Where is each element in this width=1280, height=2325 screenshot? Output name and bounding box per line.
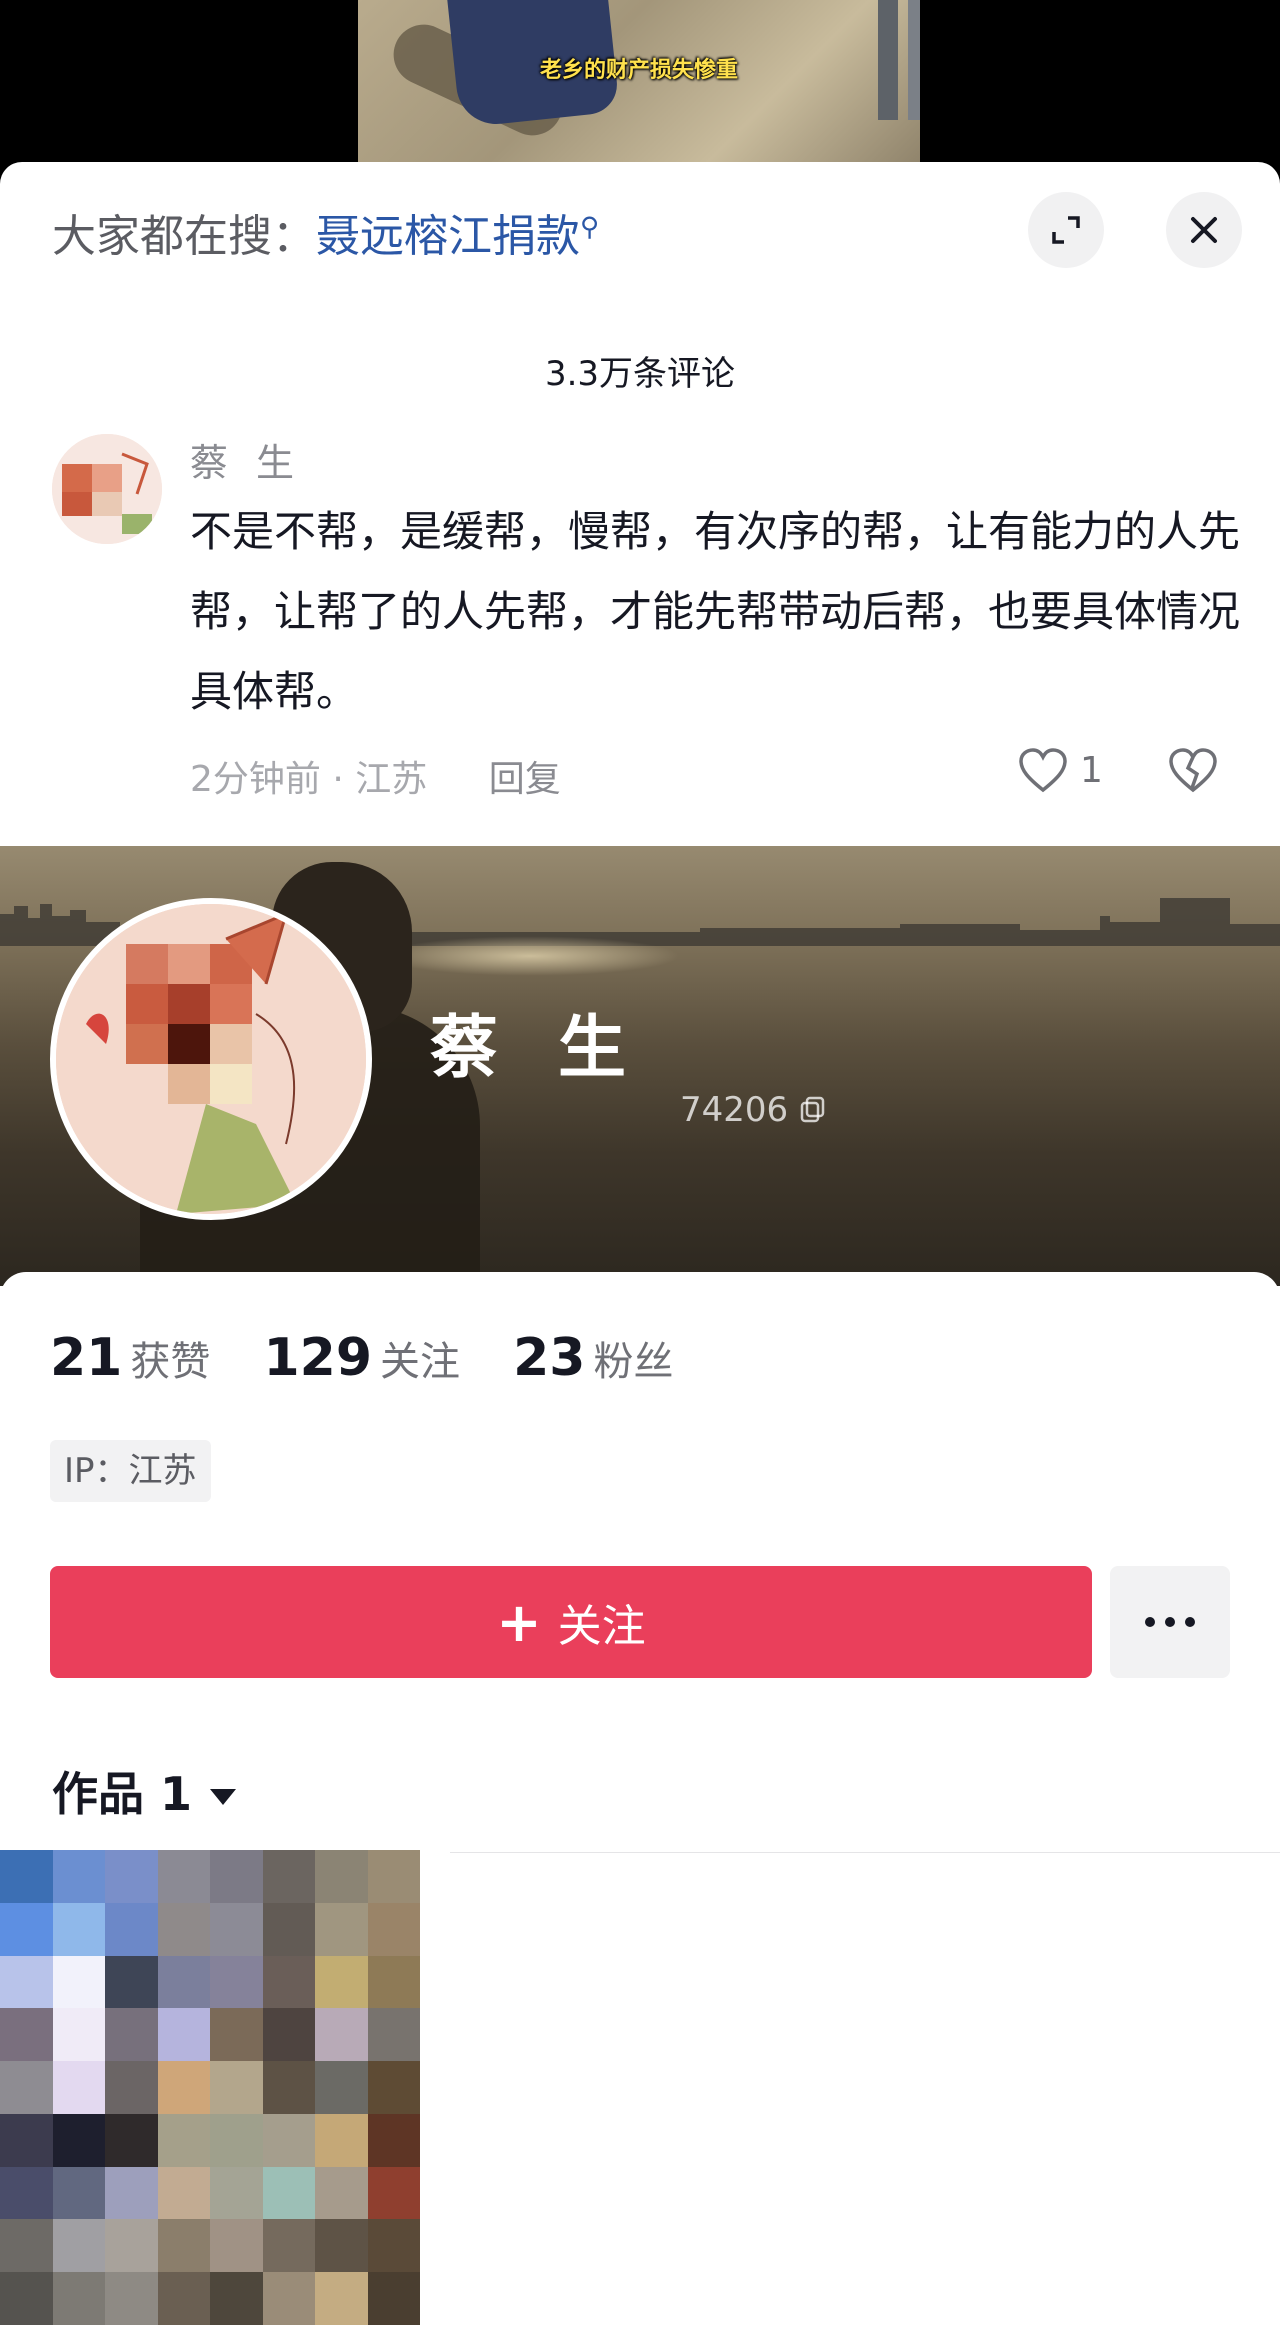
works-tab[interactable]: 作品 1 [52, 1758, 238, 1824]
comment-location: 江苏 [355, 759, 428, 800]
comment-count: 3.3万条评论 [544, 354, 736, 394]
expand-icon [1052, 216, 1080, 244]
stat-label: 关注 [380, 1339, 461, 1385]
like-count: 1 [1080, 750, 1103, 791]
stat-followers[interactable]: 23 粉丝 [513, 1328, 673, 1388]
trending-search[interactable]: 大家都在搜：聂远榕江捐款⚲ [52, 200, 599, 264]
profile-id-value: 74206 [680, 1090, 789, 1130]
work-thumbnail[interactable] [0, 1850, 420, 2325]
profile-avatar-image [56, 904, 366, 1214]
commenter-avatar[interactable] [52, 434, 162, 544]
avatar-image [52, 434, 162, 544]
close-icon [1191, 217, 1217, 243]
heart-icon[interactable] [1018, 748, 1068, 794]
more-icon [1145, 1617, 1195, 1627]
follow-button[interactable]: + 关注 [50, 1566, 1092, 1678]
copy-icon[interactable] [799, 1094, 829, 1124]
comment-meta: 2分钟前 · 江苏 回复 [190, 750, 561, 802]
profile-name: 蔡生 [430, 1009, 687, 1088]
video-frame[interactable]: 老乡的财产损失惨重 [358, 0, 920, 170]
trending-search-keyword[interactable]: 聂远榕江捐款 [316, 211, 580, 262]
works-divider [450, 1852, 1280, 1853]
works-tab-label: 作品 1 [52, 1767, 193, 1821]
profile-stats: 21 获赞 129 关注 23 粉丝 [50, 1328, 721, 1388]
caret-down-icon [210, 1789, 237, 1805]
plus-icon: + [496, 1590, 542, 1654]
stat-number: 21 [50, 1328, 123, 1388]
comment-time: 2分钟前 [190, 759, 321, 800]
stat-label: 获赞 [130, 1339, 211, 1385]
close-button[interactable] [1166, 192, 1242, 268]
broken-heart-icon[interactable] [1168, 748, 1218, 794]
expand-button[interactable] [1028, 192, 1104, 268]
profile-info-card: 21 获赞 129 关注 23 粉丝 IP：江苏 + 关注 作品 1 [0, 1272, 1280, 2325]
video-caption: 老乡的财产损失惨重 [539, 58, 738, 83]
more-button[interactable] [1110, 1566, 1230, 1678]
stat-following[interactable]: 129 关注 [263, 1328, 460, 1388]
stat-number: 23 [513, 1328, 586, 1388]
profile-id[interactable]: 74206 [680, 1090, 829, 1130]
meta-separator: · [332, 759, 356, 800]
profile-avatar[interactable] [50, 898, 372, 1220]
trending-search-prefix: 大家都在搜： [52, 211, 316, 262]
ip-location-tag: IP：江苏 [50, 1440, 211, 1502]
commenter-name[interactable]: 蔡生 [190, 432, 322, 487]
comment-text: 不是不帮，是缓帮，慢帮，有次序的帮，让有能力的人先帮，让帮了的人先帮，才能先帮带… [190, 507, 1241, 716]
water-glow [380, 936, 680, 976]
stat-number: 129 [263, 1328, 373, 1388]
stat-label: 粉丝 [593, 1339, 674, 1385]
stat-likes[interactable]: 21 获赞 [50, 1328, 210, 1388]
search-icon: ⚲ [580, 212, 600, 243]
reply-button[interactable]: 回复 [489, 759, 561, 800]
follow-button-label: 关注 [557, 1601, 646, 1652]
